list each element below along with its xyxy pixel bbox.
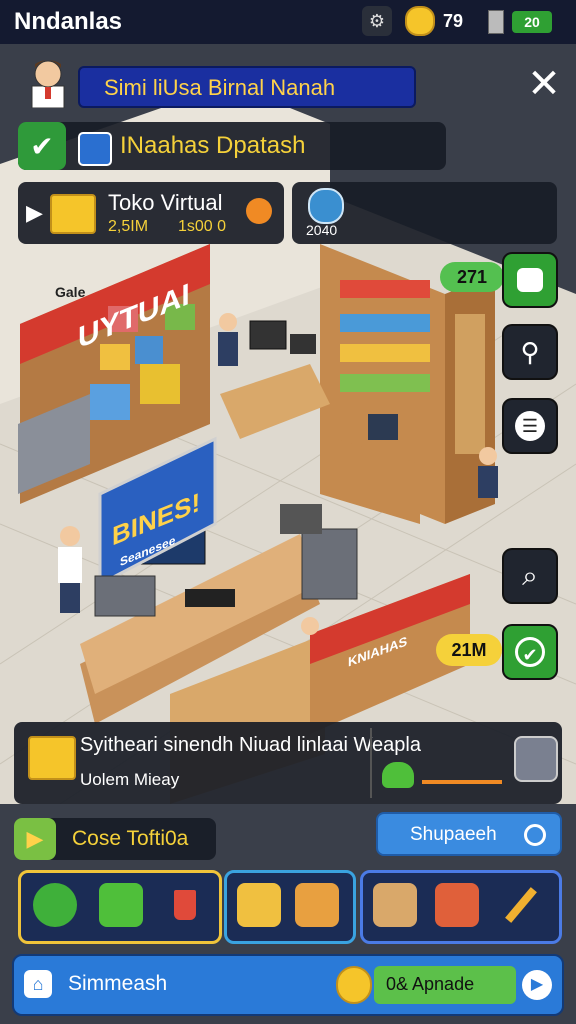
inventory-slot-1[interactable] [18,870,222,944]
map-icon [517,268,543,292]
settings-button[interactable]: ⚙ [362,6,392,36]
profile-label: INaahas Dpatash [120,132,306,159]
gear-icon: ⚙ [368,10,386,31]
game-title: Nndanlas [14,8,123,35]
close-button[interactable]: ✕ [522,62,566,106]
gold-coin-stack-icon [28,736,76,780]
cose-button[interactable]: ▶ Cose Tofti0a [14,818,216,860]
check-button[interactable]: ✔ [502,624,558,680]
upgrade-coin-icon [336,966,372,1004]
bottom-bar: ⌂ Simmeash 0& Apnade ▶ [12,954,564,1016]
pencil-item-icon[interactable] [499,883,543,927]
green-box-item-icon[interactable] [99,883,143,927]
item-box-icon[interactable] [237,883,281,927]
divider [370,728,372,798]
home-icon: ⌂ [24,970,52,998]
info-subtitle: Uolem Mieay [80,770,180,789]
search-button[interactable]: ⚲ [502,324,558,380]
green-coin-item-icon[interactable] [33,883,77,927]
top-bar: Nndanlas ⚙ 79 20 [0,0,576,44]
search-icon: ⚲ [520,336,540,367]
battery-value: 20 [512,11,552,33]
cose-label: Cose Tofti0a [72,827,189,850]
visitor-icon [308,188,344,224]
inventory-slot-2[interactable] [224,870,356,944]
toko-panel[interactable]: ▶ Toko Virtual 2,5IM 1s00 0 [18,182,284,244]
inventory-slot-3[interactable] [360,870,562,944]
counter-panel[interactable]: 2040 [292,182,557,244]
battery-icon [488,10,504,34]
shield-icon [78,132,112,166]
list-button[interactable]: ☰ [502,398,558,454]
list-icon: ☰ [515,411,545,441]
badge-bottom: 21M [436,634,502,666]
magnify-icon: ⌕ [522,559,538,591]
coin-value: 79 [443,10,464,31]
info-panel[interactable]: Syitheari sinendh Niuad linlaai Weapla U… [14,722,562,804]
chevron-right-icon: ▶ [530,976,544,993]
sim-banner[interactable]: Simi liUsa Birnal Nanah [78,66,416,108]
book-stack-item-icon[interactable] [435,883,479,927]
profile-bar[interactable]: ✔ INaahas Dpatash [18,122,446,170]
slime-icon [382,762,414,788]
refresh-icon [524,824,546,846]
avatar[interactable] [26,54,70,109]
store-sign-small: Gale [55,284,86,300]
crate-item-icon[interactable] [373,883,417,927]
magnify-button[interactable]: ⌕ [502,548,558,604]
red-cup-item-icon[interactable] [163,883,207,927]
next-button[interactable]: ▶ [522,970,552,1000]
robot-icon [514,736,558,782]
toko-sub-left: 2,5IM [108,218,149,235]
jar-item-icon[interactable] [295,883,339,927]
settings-gear-icon [246,198,272,224]
play-icon: ▶ [26,200,43,225]
progress-bar [422,780,502,784]
avatar-icon [31,60,65,109]
map-button[interactable] [502,252,558,308]
coin-icon [405,6,435,36]
counter-value: 2040 [306,222,338,238]
shupaeeh-button[interactable]: Shupaeeh [376,812,562,856]
play-triangle-icon: ▶ [14,818,56,860]
upgrade-label: 0& Apnade [386,974,475,994]
check-circle-icon: ✔ [515,637,545,667]
home-button[interactable]: ⌂ Simmeash [20,962,296,1008]
home-label: Simmeash [68,972,168,995]
toko-sub-right: 1s00 0 [178,218,227,235]
toko-title: Toko Virtual [108,190,223,215]
shupaeeh-label: Shupaeeh [410,824,497,845]
close-icon: ✕ [527,62,561,106]
check-icon: ✔ [18,122,66,170]
coin-counter[interactable]: 79 [405,6,475,36]
gold-bars-icon [50,194,96,234]
battery-counter[interactable]: 20 [488,8,568,36]
badge-top: 271 [440,262,504,292]
upgrade-button[interactable]: 0& Apnade [374,966,516,1004]
